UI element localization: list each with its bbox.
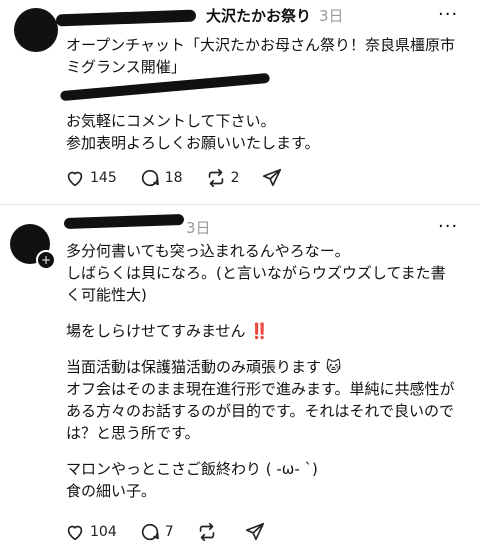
text-line: 食の細い子。: [66, 482, 157, 500]
share-icon: [245, 522, 264, 541]
repost-count: 2: [230, 170, 240, 186]
text-line: オフ会はそのまま現在進行形で進みます。単純に共感性が: [66, 380, 455, 398]
share-button[interactable]: [261, 167, 287, 189]
heart-icon: [67, 171, 83, 187]
comment-button[interactable]: 7: [139, 521, 174, 543]
text-line: お気軽にコメントして下さい。: [66, 112, 276, 130]
text-line: ある方々のお話するのが目的です。それはそれで良いので: [66, 402, 455, 420]
follow-plus-icon[interactable]: +: [36, 250, 56, 270]
like-button[interactable]: 145: [64, 167, 117, 189]
divider: [0, 204, 480, 205]
more-icon[interactable]: ···: [438, 216, 458, 237]
comment-icon: [141, 169, 159, 187]
repost-icon: [208, 168, 223, 188]
text-line: しばらくは貝になろ。(と言いながらウズウズしてまた書: [66, 264, 446, 282]
text-line: 当面活動は保護猫活動のみ頑張ります 🐱: [66, 358, 342, 376]
share-icon: [263, 168, 282, 187]
repost-button[interactable]: [196, 521, 222, 543]
share-button[interactable]: [244, 521, 270, 543]
redacted-username: [63, 213, 185, 230]
more-icon[interactable]: ···: [438, 4, 458, 25]
text-line: は？と思う所です。: [66, 424, 200, 442]
double-exclamation-emoji: ‼️: [250, 322, 270, 340]
post-1: 大沢たかお祭り 3日 ··· オープンチャット「大沢たかお母さん祭り！奈良県橿原市…: [0, 0, 480, 204]
text-line: 参加表明よろしくお願いいたします。: [66, 134, 320, 152]
like-count: 145: [90, 170, 117, 186]
timestamp: 3日: [186, 219, 211, 237]
repost-icon: [199, 522, 214, 542]
post-body: オープンチャット「大沢たかお母さん祭り！奈良県橿原市 ミグランス開催」: [66, 34, 455, 78]
text-line: マロンやっとこさご飯終わり ( -ω- `): [66, 460, 318, 478]
heart-icon: [67, 525, 83, 541]
redacted-username: [55, 9, 197, 27]
post-body: 多分何書いても突っ込まれるんやろなー。 しばらくは貝になろ。(と言いながらウズウ…: [66, 240, 455, 502]
action-bar: 104 7: [64, 521, 292, 543]
action-bar: 145 18 2: [64, 167, 309, 189]
post-body: お気軽にコメントして下さい。 参加表明よろしくお願いいたします。: [66, 110, 320, 154]
comment-count: 7: [164, 524, 174, 540]
cat-emoji: 🐱: [325, 358, 342, 376]
comment-count: 18: [164, 170, 183, 186]
like-count: 104: [90, 524, 117, 540]
text-line: く可能性大): [66, 286, 147, 304]
avatar[interactable]: [14, 8, 58, 52]
like-button[interactable]: 104: [64, 521, 117, 543]
text-line: 多分何書いても突っ込まれるんやろなー。: [66, 242, 350, 260]
username[interactable]: 大沢たかお祭り: [206, 7, 311, 25]
text-line: オープンチャット「大沢たかお母さん祭り！奈良県橿原市: [66, 36, 455, 54]
comment-button[interactable]: 18: [139, 167, 183, 189]
repost-button[interactable]: 2: [205, 167, 240, 189]
post-2: + 3日 ··· 多分何書いても突っ込まれるんやろなー。 しばらくは貝になろ。(…: [0, 206, 480, 551]
comment-icon: [141, 523, 159, 541]
timestamp: 3日: [319, 7, 344, 25]
text-line: 場をしらけせてすみません ‼️: [66, 322, 270, 340]
